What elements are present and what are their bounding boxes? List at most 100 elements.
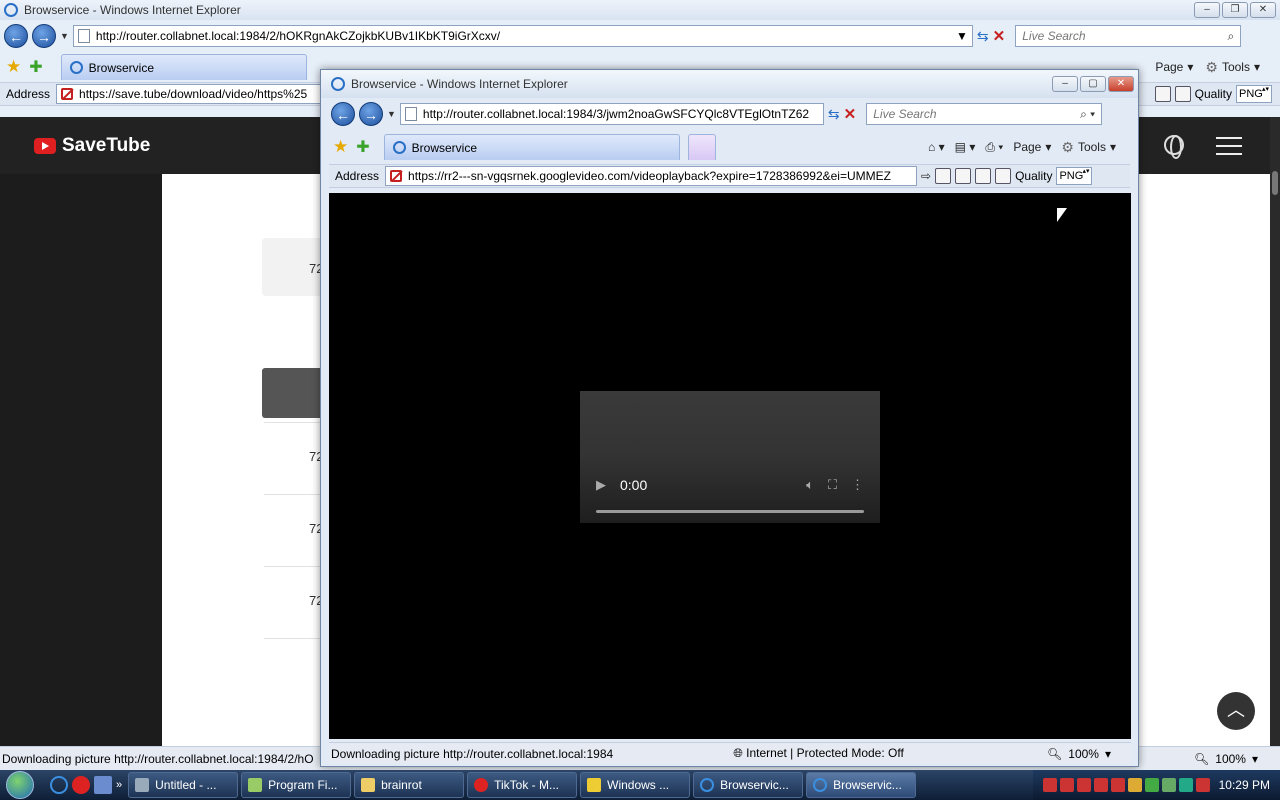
popup-quality-select[interactable]: PNG <box>1056 167 1093 185</box>
main-url-bar[interactable]: http://router.collabnet.local:1984/2/hOK… <box>72 25 973 47</box>
main-search-box[interactable]: Live Search ⌕ <box>1015 25 1242 47</box>
popup-zoom-control[interactable]: 🔍︎ 100% ▾ <box>1047 747 1111 761</box>
search-icon[interactable]: ⌕ <box>1228 29 1235 44</box>
youtube-play-icon <box>34 138 56 154</box>
ie-quicklaunch-icon[interactable] <box>50 776 68 794</box>
video-player[interactable]: ▶ 0:00 🔈︎ ⛶ ⋮ <box>580 391 880 523</box>
popup-url-bar[interactable]: http://router.collabnet.local:1984/3/jwm… <box>399 103 824 125</box>
ie-icon <box>700 778 715 792</box>
main-address-field[interactable]: https://save.tube/download/video/https%2… <box>56 84 323 104</box>
globe-icon[interactable] <box>1164 135 1184 159</box>
more-options-icon[interactable]: ⋮ <box>851 477 864 493</box>
volume-muted-icon[interactable] <box>1195 778 1210 792</box>
popup-refresh-icon[interactable]: ⇆ <box>828 106 840 123</box>
stop-icon[interactable]: ✕ <box>993 27 1006 45</box>
clipboard-icon[interactable] <box>1174 86 1191 102</box>
volume-icon[interactable]: 🔈︎ <box>806 477 814 493</box>
quick-launch: » <box>44 776 128 794</box>
task-browservice-2[interactable]: Browservic... <box>806 772 917 798</box>
popup-tab-browservice[interactable]: Browservice <box>383 134 680 160</box>
savetube-logo[interactable]: SaveTube <box>34 135 150 157</box>
mouse-cursor-icon <box>1057 208 1067 222</box>
history-dropdown-icon[interactable]: ▼ <box>60 31 69 41</box>
hamburger-menu-icon[interactable] <box>1216 137 1242 155</box>
refresh-icon[interactable]: ⇆ <box>977 28 989 45</box>
task-windows-media[interactable]: Windows ... <box>580 772 691 798</box>
popup-address-field[interactable]: https://rr2---sn-vgqsrnek.googlevideo.co… <box>385 166 918 186</box>
popup-forward-button[interactable]: → <box>359 102 383 126</box>
opera-icon <box>474 778 489 792</box>
tray-app-icon[interactable] <box>1110 778 1125 792</box>
system-tray: 10:29 PM <box>1032 770 1280 800</box>
home-icon[interactable]: ⌂ ▾ <box>928 140 945 154</box>
restore-button[interactable]: ❐ <box>1222 2 1248 18</box>
popup-page-menu[interactable]: Page ▾ <box>1013 140 1051 154</box>
clipboard-icon[interactable] <box>995 168 1012 184</box>
main-page-menu[interactable]: Page ▾ <box>1155 59 1193 76</box>
popup-history-dropdown-icon[interactable]: ▼ <box>387 109 396 119</box>
folder-icon <box>361 778 376 792</box>
main-titlebar: Browservice - Windows Internet Explorer … <box>0 0 1280 20</box>
video-controls: ▶ 0:00 🔈︎ ⛶ ⋮ <box>580 467 880 503</box>
popup-window-title: Browservice - Windows Internet Explorer <box>351 77 568 91</box>
close-button[interactable]: ✕ <box>1250 2 1276 18</box>
show-desktop-icon[interactable] <box>94 776 112 794</box>
back-button[interactable]: ← <box>4 24 28 48</box>
network-icon[interactable] <box>1144 778 1159 792</box>
popup-search-box[interactable]: Live Search ⌕ ▾ <box>866 103 1103 125</box>
popup-tools-menu[interactable]: ⚙ Tools ▾ <box>1061 139 1116 156</box>
task-brainrot[interactable]: brainrot <box>354 772 465 798</box>
main-tools-menu[interactable]: ⚙ Tools ▾ <box>1205 59 1260 76</box>
popup-back-button[interactable]: ← <box>331 102 355 126</box>
bookmark-icon[interactable] <box>935 168 952 184</box>
popup-minimize-button[interactable]: – <box>1052 76 1078 92</box>
add-favorite-icon[interactable]: ✚ <box>29 57 42 77</box>
feeds-icon[interactable]: ▤ ▾ <box>955 140 976 154</box>
gear-icon: ⚙ <box>1061 138 1074 155</box>
forward-button[interactable]: → <box>32 24 56 48</box>
scroll-to-top-button[interactable]: ︿ <box>1217 692 1255 730</box>
task-program-files[interactable]: Program Fi... <box>241 772 352 798</box>
print-icon[interactable]: ⎙ ▾ <box>985 140 1003 155</box>
network-connection-icon[interactable] <box>1178 778 1193 792</box>
shield-icon[interactable] <box>1127 778 1142 792</box>
popup-stop-icon[interactable]: ✕ <box>844 105 857 123</box>
url-dropdown-icon[interactable]: ▼ <box>956 29 968 43</box>
video-progress-bar[interactable] <box>596 510 864 513</box>
page-icon <box>77 29 90 43</box>
find-icon[interactable] <box>975 168 992 184</box>
popup-quality-label: Quality <box>1015 169 1053 183</box>
bookmark-icon[interactable] <box>1154 86 1171 102</box>
favorites-star-icon[interactable]: ★ <box>333 137 348 157</box>
zoom-icon: 🔍︎ <box>1047 746 1063 761</box>
tray-app-icon[interactable] <box>1076 778 1091 792</box>
tray-app-icon[interactable] <box>1093 778 1108 792</box>
search-icon[interactable]: ⌕ ▾ <box>1080 107 1095 122</box>
tray-app-icon[interactable] <box>1042 778 1057 792</box>
page-scrollbar[interactable] <box>1270 117 1280 746</box>
main-tab-browservice[interactable]: Browservice <box>60 54 307 80</box>
main-zoom-control[interactable]: 🔍︎ 100% ▾ <box>1194 752 1258 766</box>
add-favorite-icon[interactable]: ✚ <box>356 137 369 157</box>
fullscreen-icon[interactable]: ⛶ <box>828 477 837 493</box>
go-arrow-icon[interactable]: ⇨ <box>921 169 931 183</box>
new-tab-button[interactable] <box>687 134 716 160</box>
play-icon[interactable]: ▶ <box>596 477 606 493</box>
clock[interactable]: 10:29 PM <box>1219 778 1270 792</box>
more-quicklaunch-icon[interactable]: » <box>116 779 122 791</box>
tray-app-icon[interactable] <box>1161 778 1176 792</box>
opera-quicklaunch-icon[interactable] <box>72 776 90 794</box>
scrollbar-thumb[interactable] <box>1272 171 1278 195</box>
save-icon[interactable] <box>955 168 972 184</box>
minimize-button[interactable]: – <box>1194 2 1220 18</box>
tray-app-icon[interactable] <box>1059 778 1074 792</box>
main-quality-select[interactable]: PNG <box>1236 85 1272 103</box>
video-time: 0:00 <box>620 477 648 493</box>
popup-maximize-button[interactable]: ▢ <box>1080 76 1106 92</box>
task-tiktok[interactable]: TikTok - M... <box>467 772 578 798</box>
start-button[interactable] <box>0 770 44 800</box>
popup-close-button[interactable]: ✕ <box>1108 76 1134 92</box>
task-untitled[interactable]: Untitled - ... <box>128 772 239 798</box>
task-browservice-1[interactable]: Browservic... <box>693 772 804 798</box>
favorites-star-icon[interactable]: ★ <box>6 57 21 77</box>
